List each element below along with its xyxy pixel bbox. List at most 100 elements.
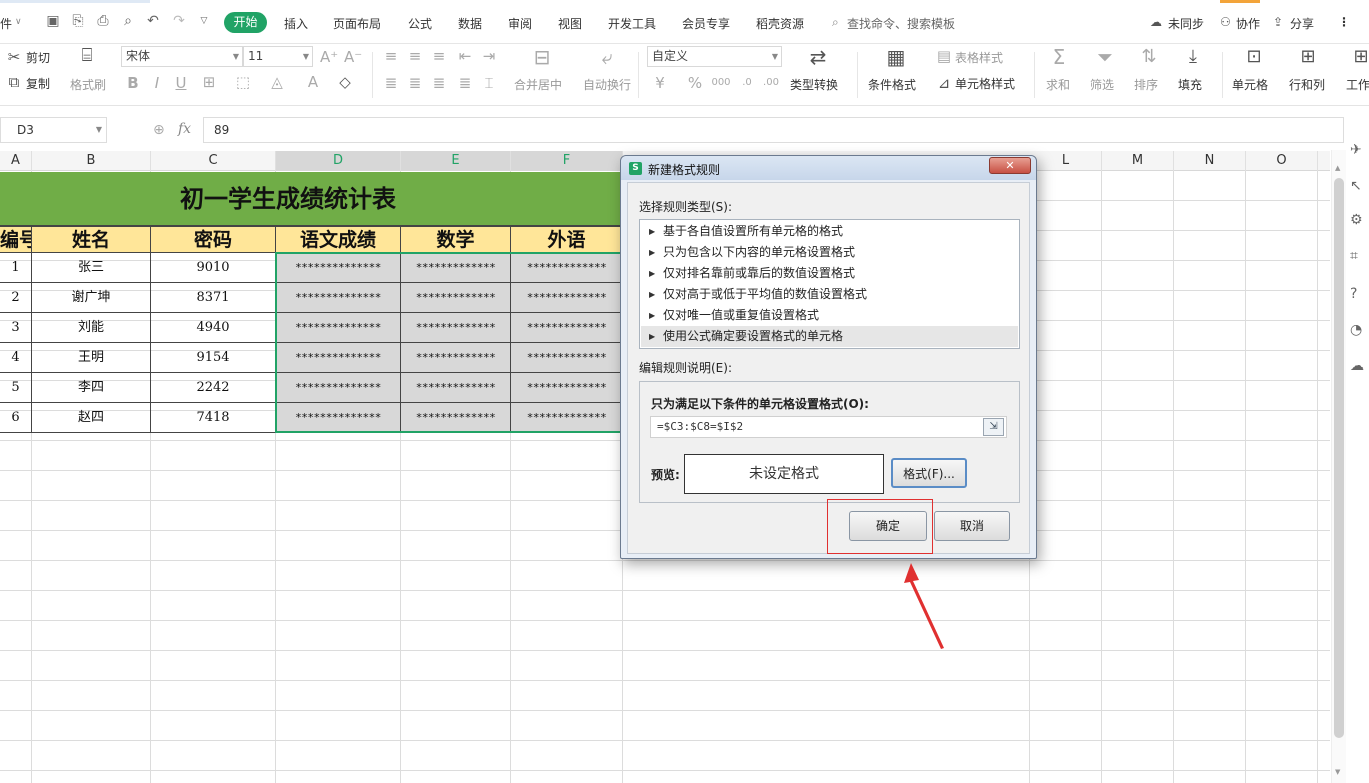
header-cell-chinese[interactable]: 语文成绩 — [276, 226, 401, 253]
italic-icon[interactable]: I — [150, 74, 164, 92]
col-header-m[interactable]: M — [1102, 151, 1174, 171]
align-left-icon[interactable]: ≣ — [382, 74, 400, 92]
cell-pwd[interactable]: 8371 — [151, 283, 276, 313]
bold-icon[interactable]: B — [126, 74, 140, 92]
header-cell-password[interactable]: 密码 — [151, 226, 276, 253]
cut-button[interactable]: 剪切 — [26, 49, 50, 66]
cell-no[interactable]: 6 — [0, 403, 32, 433]
cell-c1[interactable]: ************** — [276, 283, 401, 313]
merge-icon[interactable]: ⊟ — [530, 47, 554, 67]
cell-c3[interactable]: ************* — [511, 253, 623, 283]
currency-icon[interactable]: ¥ — [650, 74, 670, 92]
cell-name[interactable]: 王明 — [32, 343, 151, 373]
col-header-c[interactable]: C — [151, 151, 276, 171]
cell-c2[interactable]: ************* — [401, 253, 511, 283]
cell-icon[interactable]: ⊡ — [1242, 48, 1266, 66]
save-icon[interactable]: ▣ — [45, 13, 61, 29]
number-format-select[interactable]: 自定义 ▼ — [647, 46, 782, 67]
header-cell-english[interactable]: 外语 — [511, 226, 623, 253]
cell-c3[interactable]: ************* — [511, 343, 623, 373]
format-button[interactable]: 格式(F)... — [891, 458, 967, 488]
file-chevron-icon[interactable]: ∨ — [15, 17, 22, 27]
cell-c2[interactable]: ************* — [401, 373, 511, 403]
sort-button[interactable]: 排序 — [1134, 76, 1158, 93]
col-header-d[interactable]: D — [276, 151, 401, 171]
format-painter-button[interactable]: 格式刷 — [70, 76, 106, 93]
justify-icon[interactable]: ≣ — [456, 74, 474, 92]
collab-button[interactable]: 协作 — [1236, 15, 1260, 32]
table-style-icon[interactable]: ▤ — [936, 47, 952, 65]
cell-c3[interactable]: ************* — [511, 373, 623, 403]
rule-type-item[interactable]: ▶ 仅对排名靠前或靠后的数值设置格式 — [641, 263, 1018, 284]
cell-no[interactable]: 2 — [0, 283, 32, 313]
col-header-o[interactable]: O — [1246, 151, 1318, 171]
rocket-icon[interactable]: ✈ — [1350, 142, 1362, 158]
collab-icon[interactable]: ⚇ — [1220, 15, 1231, 29]
vertical-scrollbar[interactable]: ▲ ▼ — [1331, 150, 1346, 783]
tab-formula[interactable]: 公式 — [408, 15, 432, 32]
header-cell-math[interactable]: 数学 — [401, 226, 511, 253]
range-picker-icon[interactable]: ⇲ — [983, 418, 1004, 436]
cell-c2[interactable]: ************* — [401, 313, 511, 343]
export-icon[interactable]: ⎘ — [70, 13, 86, 29]
cell-c1[interactable]: ************** — [276, 373, 401, 403]
print-icon[interactable]: ⎙ — [95, 13, 111, 29]
worksheet-button[interactable]: 工作 — [1346, 76, 1369, 93]
tab-page-layout[interactable]: 页面布局 — [333, 15, 381, 32]
merge-center-button[interactable]: 合并居中 — [514, 76, 562, 93]
help-icon[interactable]: ? — [1350, 286, 1357, 302]
cell-button[interactable]: 单元格 — [1232, 76, 1268, 93]
fill-icon[interactable]: ⤓ — [1182, 48, 1204, 66]
conditional-format-button[interactable]: 条件格式 — [868, 76, 916, 93]
shape-icon[interactable]: ⌗ — [1350, 248, 1358, 264]
rule-type-item[interactable]: ▶ 基于各自值设置所有单元格的格式 — [641, 221, 1018, 242]
cell-name[interactable]: 谢广坤 — [32, 283, 151, 313]
align-center-icon[interactable]: ≣ — [406, 74, 424, 92]
cell-name[interactable]: 刘能 — [32, 313, 151, 343]
font-shrink-icon[interactable]: A⁻ — [344, 48, 362, 66]
zoom-icon[interactable]: ⊕ — [153, 122, 165, 138]
worksheet-icon[interactable]: ⊞ — [1352, 48, 1369, 66]
tab-insert[interactable]: 插入 — [284, 15, 308, 32]
row-col-icon[interactable]: ⊞ — [1296, 48, 1320, 66]
row-col-button[interactable]: 行和列 — [1289, 76, 1325, 93]
tab-developer[interactable]: 开发工具 — [608, 15, 656, 32]
cancel-button[interactable]: 取消 — [934, 511, 1010, 541]
copy-icon[interactable]: ⧉ — [6, 73, 22, 91]
cell-c3[interactable]: ************* — [511, 403, 623, 433]
conditional-format-icon[interactable]: ▦ — [884, 47, 908, 67]
redo-icon[interactable]: ↷ — [171, 13, 187, 29]
font-name-select[interactable]: 宋体 ▼ — [121, 46, 243, 67]
cell-name[interactable]: 赵四 — [32, 403, 151, 433]
search-icon[interactable]: ⌕ — [832, 15, 839, 30]
sheet-title[interactable]: 初一学生成绩统计表 — [0, 172, 623, 226]
col-header-a[interactable]: A — [0, 151, 32, 171]
rule-type-list[interactable]: ▶ 基于各自值设置所有单元格的格式 ▶ 只为包含以下内容的单元格设置格式 ▶ 仅对排名靠前… — [639, 219, 1020, 349]
indent-decrease-icon[interactable]: ⇤ — [456, 47, 474, 65]
more-quick-icon[interactable]: ▽ — [196, 13, 212, 29]
wrap-icon[interactable]: ⤶ — [595, 47, 619, 67]
fx-icon[interactable]: fx — [178, 121, 191, 137]
rule-type-item[interactable]: ▶ 使用公式确定要设置格式的单元格 — [641, 326, 1018, 347]
align-right-icon[interactable]: ≣ — [430, 74, 448, 92]
cell-pwd[interactable]: 7418 — [151, 403, 276, 433]
rule-type-item[interactable]: ▶ 仅对高于或低于平均值的数值设置格式 — [641, 284, 1018, 305]
tab-home[interactable]: 开始 — [224, 12, 267, 33]
border-icon[interactable]: ⊞ — [200, 73, 218, 91]
scroll-thumb[interactable] — [1334, 178, 1344, 738]
cell-pwd[interactable]: 2242 — [151, 373, 276, 403]
decimal-decrease-icon[interactable]: .00 — [760, 74, 782, 92]
formula-input[interactable]: =$C3:$C8=$I$2 — [650, 416, 1007, 438]
percent-icon[interactable]: % — [686, 74, 704, 92]
tab-review[interactable]: 审阅 — [508, 15, 532, 32]
rule-type-item[interactable]: ▶ 仅对唯一值或重复值设置格式 — [641, 305, 1018, 326]
cursor-icon[interactable]: ↖ — [1350, 178, 1362, 194]
cell-no[interactable]: 4 — [0, 343, 32, 373]
cell-c1[interactable]: ************** — [276, 313, 401, 343]
file-menu[interactable]: 件 — [0, 15, 12, 32]
cell-style-button[interactable]: 单元格样式 — [955, 75, 1015, 92]
col-header-l[interactable]: L — [1030, 151, 1102, 171]
thousands-icon[interactable]: 000 — [710, 74, 732, 92]
cell-name[interactable]: 张三 — [32, 253, 151, 283]
col-header-e[interactable]: E — [401, 151, 511, 171]
